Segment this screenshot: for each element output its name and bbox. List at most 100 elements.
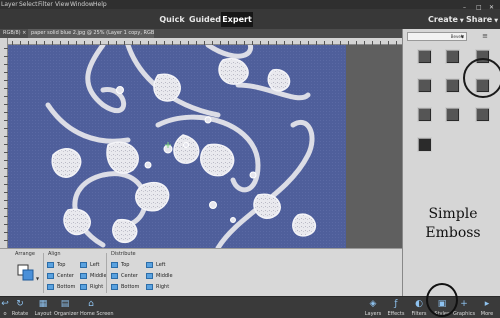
menu-select[interactable]: Select bbox=[19, 0, 38, 9]
chevron-down-icon[interactable]: ▼ bbox=[36, 276, 39, 281]
home-screen-button[interactable]: ⌂ Home Screen bbox=[80, 299, 114, 317]
tab-quick[interactable]: Quick bbox=[157, 12, 187, 27]
distribute-heading: Distribute bbox=[111, 251, 136, 257]
rotate-label: Rotate bbox=[11, 311, 29, 317]
distribute-right-icon[interactable] bbox=[146, 284, 153, 290]
distribute-middle-icon[interactable] bbox=[146, 273, 153, 279]
graphics-label: Graphics bbox=[453, 311, 476, 317]
layout-label: Layout bbox=[34, 311, 52, 317]
divider bbox=[43, 253, 44, 293]
align-right-label[interactable]: Right bbox=[90, 284, 103, 290]
align-top-icon[interactable] bbox=[47, 262, 54, 268]
layout-icon: ▦ bbox=[38, 299, 48, 309]
close-icon[interactable]: ✕ bbox=[489, 0, 494, 15]
distribute-top-icon[interactable] bbox=[111, 262, 118, 268]
bevel-style-swatch[interactable] bbox=[417, 137, 432, 152]
more-label: More bbox=[480, 311, 494, 317]
align-right-icon[interactable] bbox=[80, 284, 87, 290]
rotate-button[interactable]: ↻ Rotate bbox=[9, 299, 31, 317]
organizer-label: Organizer bbox=[54, 311, 79, 317]
distribute-left-label[interactable]: Left bbox=[156, 262, 165, 268]
bevel-style-swatch[interactable] bbox=[417, 107, 432, 122]
menu-layer[interactable]: Layer bbox=[1, 0, 18, 9]
canvas-area[interactable] bbox=[8, 45, 410, 293]
tab-expert[interactable]: Expert bbox=[221, 12, 253, 27]
menu-help[interactable]: Help bbox=[93, 0, 107, 9]
mode-bar: Quick Guided Expert Create ▼ Share ▼ – □ ✕ bbox=[0, 4, 500, 29]
layers-button[interactable]: ◈ Layers bbox=[362, 299, 384, 317]
home-icon: ⌂ bbox=[88, 299, 94, 309]
embossed-swirl-artwork bbox=[8, 45, 346, 248]
bevel-style-swatch[interactable] bbox=[475, 107, 490, 122]
align-top-label[interactable]: Top bbox=[57, 262, 65, 268]
create-label: Create bbox=[428, 15, 458, 24]
menu-window[interactable]: Window bbox=[70, 0, 94, 9]
style-caption: Simple Emboss bbox=[410, 205, 496, 243]
caption-line-1: Simple bbox=[428, 206, 478, 222]
create-button[interactable]: Create ▼ bbox=[428, 12, 464, 27]
styles-panel: Bevels ▼ ≡ Simple Emboss bbox=[402, 29, 500, 296]
panel-menu-icon[interactable]: ≡ bbox=[479, 32, 491, 41]
arrange-icon[interactable] bbox=[17, 264, 35, 282]
align-left-icon[interactable] bbox=[80, 262, 87, 268]
more-button[interactable]: ▸ More bbox=[476, 299, 498, 317]
bottom-toolbar: ↩ o ↻ Rotate ▦ Layout ▤ Organizer ⌂ Home Scre… bbox=[0, 296, 500, 318]
document-tab-active[interactable]: paper solid blue 2.jpg @ 25% (Layer 1 co… bbox=[28, 29, 154, 38]
style-category-dropdown[interactable]: Bevels ▼ bbox=[407, 32, 467, 41]
align-bottom-icon[interactable] bbox=[47, 284, 54, 290]
align-middle-icon[interactable] bbox=[80, 273, 87, 279]
more-icon: ▸ bbox=[484, 299, 490, 309]
distribute-right-label[interactable]: Right bbox=[156, 284, 169, 290]
rotate-icon: ↻ bbox=[16, 299, 24, 309]
document-tab-bar: RGB/8) × paper solid blue 2.jpg @ 25% (L… bbox=[0, 29, 402, 38]
minimize-icon[interactable]: – bbox=[463, 0, 466, 15]
distribute-left-icon[interactable] bbox=[146, 262, 153, 268]
caption-line-2: Emboss bbox=[425, 225, 481, 241]
organizer-button[interactable]: ▤ Organizer bbox=[54, 299, 79, 317]
document-tab[interactable]: RGB/8) × bbox=[0, 29, 26, 38]
arrange-heading: Arrange bbox=[15, 251, 35, 257]
menu-view[interactable]: View bbox=[55, 0, 69, 9]
highlight-circle bbox=[426, 283, 458, 317]
bevel-style-swatch[interactable] bbox=[445, 78, 460, 93]
distribute-center-icon[interactable] bbox=[111, 273, 118, 279]
horizontal-ruler bbox=[8, 38, 402, 45]
document-canvas[interactable] bbox=[8, 45, 346, 248]
align-middle-label[interactable]: Middle bbox=[90, 273, 107, 279]
home-screen-label: Home Screen bbox=[80, 311, 114, 317]
highlight-circle bbox=[463, 58, 500, 98]
menu-filter[interactable]: Filter bbox=[38, 0, 53, 9]
menu-bar: Layer Select Filter View Window Help bbox=[0, 0, 500, 9]
bevel-style-swatch[interactable] bbox=[445, 49, 460, 64]
effects-label: Effects bbox=[387, 311, 405, 317]
effects-icon: ƒ bbox=[394, 299, 398, 309]
distribute-top-label[interactable]: Top bbox=[121, 262, 129, 268]
layers-icon: ◈ bbox=[369, 299, 377, 309]
distribute-bottom-label[interactable]: Bottom bbox=[121, 284, 139, 290]
layout-button[interactable]: ▦ Layout bbox=[32, 299, 54, 317]
align-left-label[interactable]: Left bbox=[90, 262, 99, 268]
chevron-down-icon: ▼ bbox=[494, 18, 499, 24]
graphics-icon: + bbox=[460, 299, 468, 309]
align-center-label[interactable]: Center bbox=[57, 273, 74, 279]
distribute-middle-label[interactable]: Middle bbox=[156, 273, 173, 279]
align-center-icon[interactable] bbox=[47, 273, 54, 279]
effects-button[interactable]: ƒ Effects bbox=[385, 299, 407, 317]
layers-label: Layers bbox=[364, 311, 382, 317]
divider bbox=[106, 253, 107, 293]
vertical-ruler bbox=[0, 38, 8, 248]
app-window: Layer Select Filter View Window Help Qui… bbox=[0, 0, 500, 318]
filters-label: Filters bbox=[411, 311, 427, 317]
distribute-center-label[interactable]: Center bbox=[121, 273, 138, 279]
bevel-style-swatch[interactable] bbox=[445, 107, 460, 122]
bevel-style-swatch[interactable] bbox=[417, 78, 432, 93]
maximize-icon[interactable]: □ bbox=[476, 0, 482, 15]
chevron-down-icon: ▼ bbox=[460, 34, 464, 39]
align-bottom-label[interactable]: Bottom bbox=[57, 284, 75, 290]
distribute-bottom-icon[interactable] bbox=[111, 284, 118, 290]
tab-guided[interactable]: Guided bbox=[189, 12, 221, 27]
organizer-icon: ▤ bbox=[60, 299, 70, 309]
filters-icon: ◐ bbox=[415, 299, 423, 309]
tool-options-panel: Arrange ▼ Align Top Left Center Middle B… bbox=[0, 248, 402, 296]
bevel-style-swatch[interactable] bbox=[417, 49, 432, 64]
